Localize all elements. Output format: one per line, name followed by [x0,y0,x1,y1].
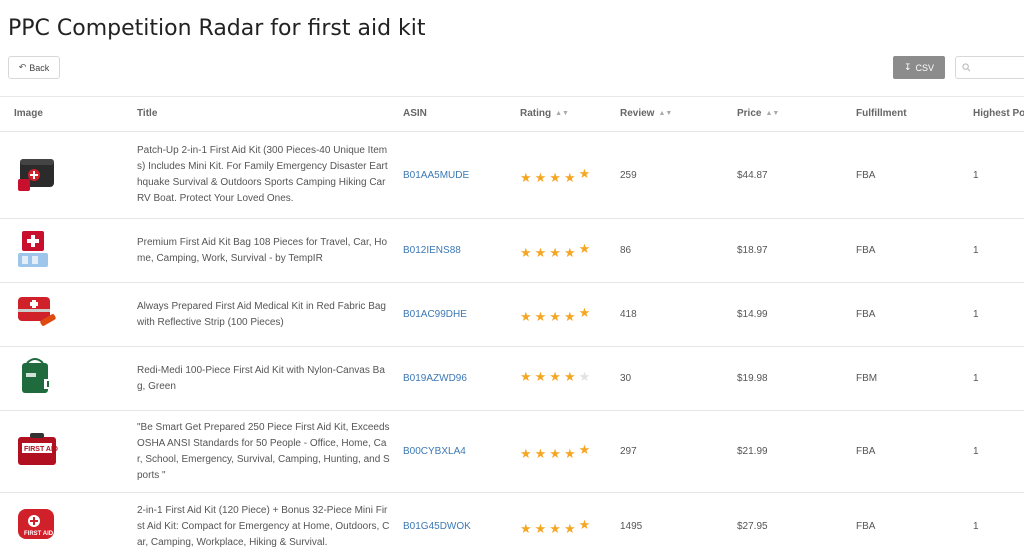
asin-link[interactable]: B01AA5MUDE [403,170,469,181]
fulfillment: FBA [856,245,876,256]
highest-position: 1 [973,170,979,181]
highest-position: 1 [973,309,979,320]
fulfillment: FBA [856,309,876,320]
page-title: PPC Competition Radar for first aid kit [8,16,426,41]
product-image: FIRST AID [18,433,58,465]
highest-position: 1 [973,373,979,384]
table-header: Image Title ASIN Rating ▲▼ Review ▲▼ Price… [0,96,1024,132]
price: $18.97 [737,245,768,256]
download-icon: ↧ [903,62,912,72]
column-header-rating[interactable]: Rating ▲▼ [520,108,569,119]
column-header-asin: ASIN [403,108,427,119]
review-count: 259 [620,170,637,181]
rating-stars: ★★★★★ [520,517,589,536]
review-count: 1495 [620,521,643,532]
sort-icon: ▲▼ [555,110,569,117]
sort-icon: ▲▼ [765,110,780,117]
product-image [18,231,48,267]
table-row[interactable]: FIRST AID "Be Smart Get Prepared 250 Pie… [0,411,1024,493]
table-row[interactable]: Premium First Aid Kit Bag 108 Pieces for… [0,219,1024,283]
highest-position: 1 [973,245,979,256]
price: $19.98 [737,373,768,384]
highest-position: 1 [973,446,979,457]
review-count: 30 [620,373,632,384]
sort-icon: ▲▼ [658,110,673,117]
review-count: 418 [620,309,637,320]
column-header-image: Image [14,108,43,119]
product-title: Patch-Up 2-in-1 First Aid Kit (300 Piece… [137,145,388,204]
product-image [22,358,52,393]
column-header-price-label: Price [737,108,762,119]
asin-link[interactable]: B012IENS88 [403,245,461,256]
rating-stars: ★★★★★ [520,442,589,461]
column-header-fulfillment: Fulfillment [856,108,907,119]
asin-link[interactable]: B00CYBXLA4 [403,446,466,457]
asin-link[interactable]: B01G45DWOK [403,521,471,532]
column-header-rating-label: Rating [520,108,552,119]
review-count: 297 [620,446,637,457]
fulfillment: FBA [856,521,876,532]
table-row[interactable]: Redi-Medi 100-Piece First Aid Kit with N… [0,347,1024,411]
back-arrow-icon: ↶ [18,62,27,72]
price: $44.87 [737,170,768,181]
search-icon [962,63,971,72]
review-count: 86 [620,245,632,256]
table-row[interactable]: Patch-Up 2-in-1 First Aid Kit (300 Piece… [0,133,1024,219]
column-header-price[interactable]: Price ▲▼ [737,108,779,119]
price: $14.99 [737,309,768,320]
svg-text:FIRST AID: FIRST AID [24,531,54,537]
column-header-review[interactable]: Review ▲▼ [620,108,672,119]
product-image: FIRST AID [18,509,54,539]
fulfillment: FBA [856,446,876,457]
svg-text:FIRST AID: FIRST AID [24,446,58,453]
rating-stars: ★★★★★ [520,369,594,384]
search-box[interactable] [955,56,1024,79]
product-title: "Be Smart Get Prepared 250 Piece First A… [137,422,390,481]
column-header-review-label: Review [620,108,655,119]
column-header-highest-position: Highest Po [973,108,1024,119]
csv-button-label: CSV [915,62,935,73]
back-button[interactable]: ↶ Back [8,56,60,79]
price: $21.99 [737,446,768,457]
product-image [18,297,56,326]
product-title: Redi-Medi 100-Piece First Aid Kit with N… [137,365,385,392]
rating-stars: ★★★★★ [520,305,589,324]
product-title: Premium First Aid Kit Bag 108 Pieces for… [137,237,388,264]
fulfillment: FBM [856,373,878,384]
csv-export-button[interactable]: ↧ CSV [893,56,945,79]
product-title: 2-in-1 First Aid Kit (120 Piece) + Bonus… [137,505,390,548]
product-image [18,159,54,191]
fulfillment: FBA [856,170,876,181]
asin-link[interactable]: B01AC99DHE [403,309,467,320]
rating-stars: ★★★★★ [520,241,589,260]
search-input[interactable] [975,62,1024,73]
product-title: Always Prepared First Aid Medical Kit in… [137,301,386,328]
price: $27.95 [737,521,768,532]
back-button-label: Back [29,62,50,73]
highest-position: 1 [973,521,979,532]
column-header-title: Title [137,108,158,119]
rating-stars: ★★★★★ [520,166,589,185]
asin-link[interactable]: B019AZWD96 [403,373,467,384]
table-row[interactable]: FIRST AID 2-in-1 First Aid Kit (120 Piec… [0,493,1024,552]
table-row[interactable]: Always Prepared First Aid Medical Kit in… [0,283,1024,347]
